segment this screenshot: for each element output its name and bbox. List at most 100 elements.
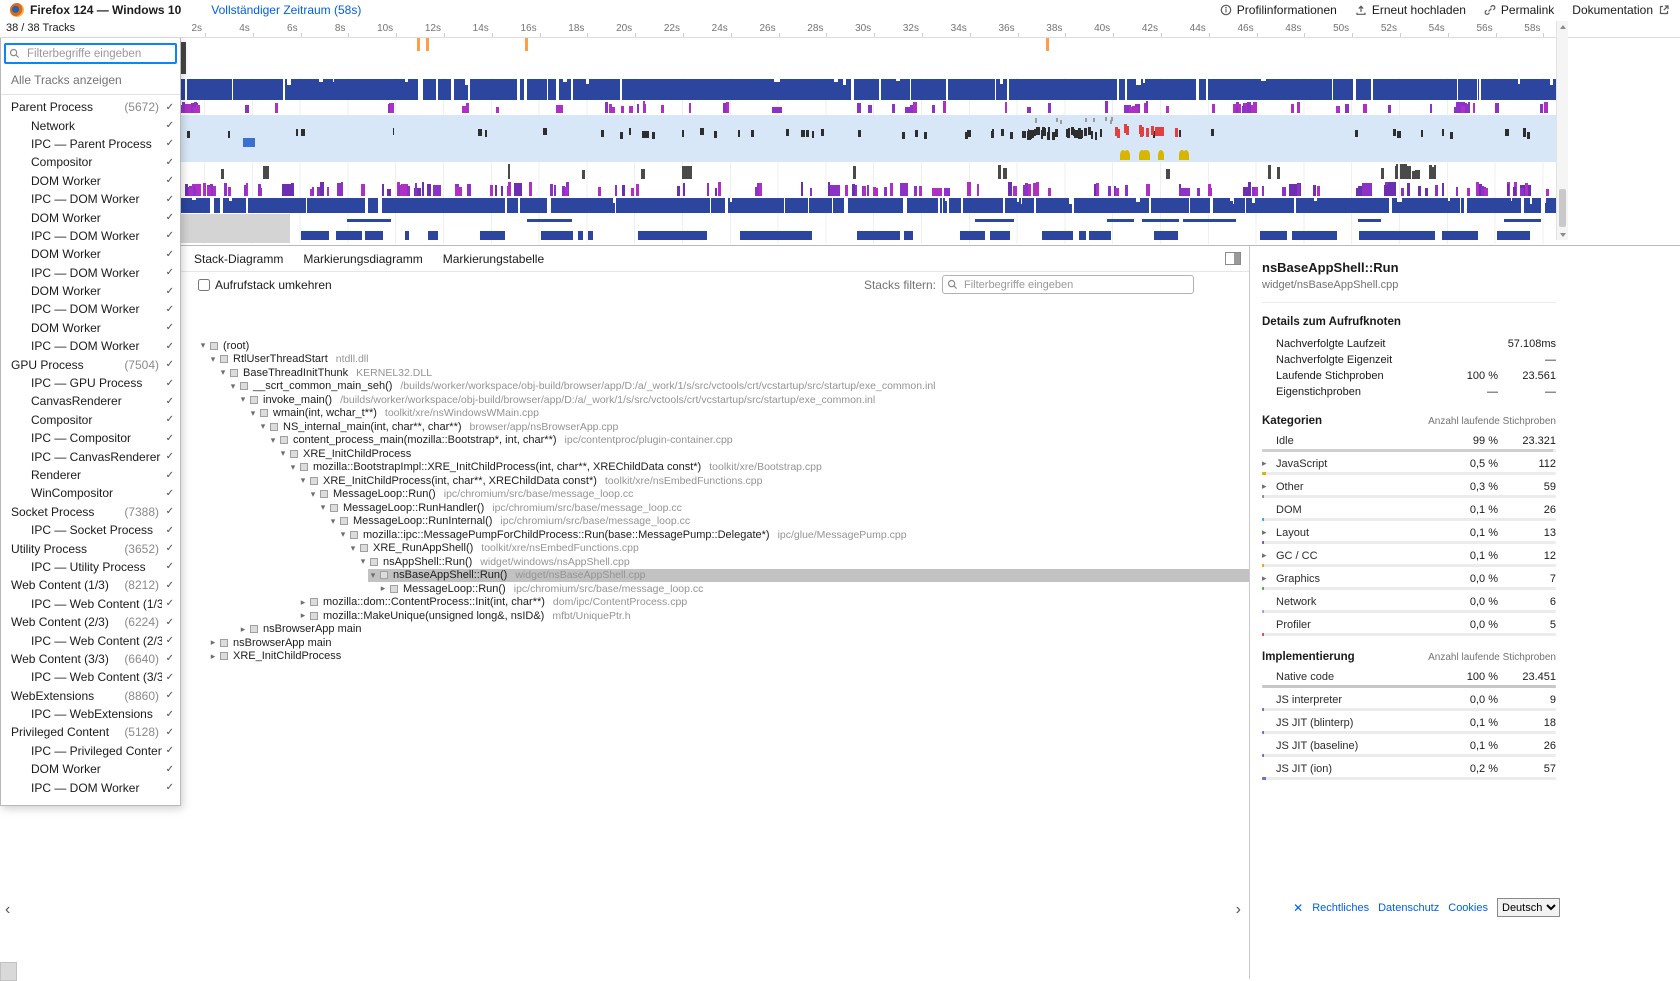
scrollbar-thumb[interactable]	[1559, 189, 1566, 227]
collapse-icon[interactable]: ▾	[318, 502, 328, 513]
call-tree-row[interactable]: ▾content_process_main(mozilla::Bootstrap…	[268, 434, 1249, 448]
collapse-icon[interactable]: ▾	[258, 421, 268, 432]
call-tree-row[interactable]: ▾MessageLoop::Run()ipc/chromium/src/base…	[308, 488, 1249, 502]
expand-icon[interactable]: ▸	[1262, 527, 1276, 538]
collapse-icon[interactable]: ▾	[278, 448, 288, 459]
expand-icon[interactable]: ▸	[208, 637, 218, 648]
timeline-track-compositor-markers[interactable]	[180, 163, 1556, 180]
call-tree-row[interactable]: ▸MessageLoop::Run()ipc/chromium/src/base…	[378, 582, 1249, 596]
collapse-icon[interactable]: ▾	[288, 462, 298, 473]
timeline-track-parent-process-markers[interactable]	[180, 101, 1556, 114]
tab-markierungstabelle[interactable]: Markierungstabelle	[433, 246, 554, 271]
call-tree-row[interactable]: ▾__scrt_common_main_seh()/builds/worker/…	[228, 380, 1249, 394]
footer-link-cookies[interactable]: Cookies	[1448, 902, 1488, 914]
scroll-up-button[interactable]	[1557, 21, 1568, 31]
documentation-button[interactable]: Dokumentation	[1572, 3, 1670, 17]
language-select[interactable]: Deutsch	[1497, 898, 1560, 917]
invert-stack-label[interactable]: Aufrufstack umkehren	[198, 278, 332, 292]
show-all-tracks-item[interactable]: Alle Tracks anzeigen	[1, 70, 180, 94]
collapse-icon[interactable]: ▾	[238, 394, 248, 405]
track-item-ipc-gpu-process[interactable]: IPC — GPU Process✓	[1, 374, 180, 392]
call-tree-row[interactable]: ▸mozilla::MakeUnique(unsigned long&, nsI…	[298, 609, 1249, 623]
track-item-gpu-process[interactable]: GPU Process(7504)✓	[1, 355, 180, 373]
sidebar-toggle-icon[interactable]	[1225, 252, 1241, 265]
call-tree-row[interactable]: ▸nsBrowserApp main	[238, 623, 1249, 637]
call-tree-row[interactable]: ▾BaseThreadInitThunkKERNEL32.DLL	[218, 366, 1249, 380]
call-tree-row[interactable]: ▾XRE_InitChildProcess(int, char**, XRECh…	[298, 474, 1249, 488]
invert-stack-checkbox[interactable]	[198, 279, 210, 291]
permalink-button[interactable]: Permalink	[1484, 3, 1554, 17]
track-item-compositor[interactable]: Compositor✓	[1, 153, 180, 171]
track-item-dom-worker[interactable]: DOM Worker✓	[1, 245, 180, 263]
collapse-icon[interactable]: ▾	[228, 381, 238, 392]
track-item-ipc-socket-process[interactable]: IPC — Socket Process✓	[1, 521, 180, 539]
timeline-track-parent-process-samples[interactable]	[180, 79, 1556, 100]
track-item-ipc-canvasrenderer[interactable]: IPC — CanvasRenderer✓	[1, 447, 180, 465]
collapse-icon[interactable]: ▾	[208, 354, 218, 365]
track-item-dom-worker[interactable]: DOM Worker✓	[1, 319, 180, 337]
call-tree-row[interactable]: ▾MessageLoop::RunHandler()ipc/chromium/s…	[318, 501, 1249, 515]
track-item-ipc-dom-worker[interactable]: IPC — DOM Worker✓	[1, 264, 180, 282]
timeline-track-dom-worker-samples[interactable]	[180, 198, 1556, 213]
collapse-icon[interactable]: ▾	[298, 475, 308, 486]
expand-icon[interactable]: ▸	[298, 610, 308, 621]
timeline-scrollbar[interactable]	[1556, 21, 1568, 240]
track-item-dom-worker[interactable]: DOM Worker✓	[1, 172, 180, 190]
track-item-ipc-dom-worker[interactable]: IPC — DOM Worker✓	[1, 227, 180, 245]
call-tree-row[interactable]: ▾NS_internal_main(int, char**, char**)br…	[258, 420, 1249, 434]
track-item-renderer[interactable]: Renderer✓	[1, 466, 180, 484]
track-item-webextensions[interactable]: WebExtensions(8860)✓	[1, 687, 180, 705]
track-item-ipc-compositor[interactable]: IPC — Compositor✓	[1, 429, 180, 447]
full-range-button[interactable]: Vollständiger Zeitraum (58s)	[211, 3, 361, 17]
scroll-down-button[interactable]	[1557, 230, 1568, 240]
footer-link-rechtliches[interactable]: Rechtliches	[1312, 902, 1369, 914]
collapse-icon[interactable]: ▾	[358, 556, 368, 567]
track-item-dom-worker[interactable]: DOM Worker✓	[1, 282, 180, 300]
track-item-utility-process[interactable]: Utility Process(3652)✓	[1, 539, 180, 557]
collapse-icon[interactable]: ▾	[328, 516, 338, 527]
track-item-ipc-privileged-content[interactable]: IPC — Privileged Content✓	[1, 742, 180, 760]
footer-link-datenschutz[interactable]: Datenschutz	[1378, 902, 1439, 914]
expand-icon[interactable]: ▸	[1262, 573, 1276, 584]
track-item-ipc-web-content-2-3[interactable]: IPC — Web Content (2/3)✓	[1, 631, 180, 649]
track-item-compositor[interactable]: Compositor✓	[1, 411, 180, 429]
tracks-filter-input[interactable]	[4, 43, 177, 64]
expand-icon[interactable]: ▸	[238, 624, 248, 635]
track-item-ipc-web-content-3-3[interactable]: IPC — Web Content (3/3)✓	[1, 668, 180, 686]
expand-icon[interactable]: ▸	[208, 651, 218, 662]
collapse-icon[interactable]: ▾	[218, 367, 228, 378]
track-item-web-content-1-3[interactable]: Web Content (1/3)(8212)✓	[1, 576, 180, 594]
collapse-icon[interactable]: ▾	[338, 529, 348, 540]
collapse-icon[interactable]: ▾	[198, 340, 208, 351]
timeline-track-worker-samples-partial[interactable]	[180, 214, 1556, 243]
track-item-ipc-dom-worker[interactable]: IPC — DOM Worker✓	[1, 778, 180, 796]
track-item-network[interactable]: Network✓	[1, 116, 180, 134]
track-item-web-content-3-3[interactable]: Web Content (3/3)(6640)✓	[1, 650, 180, 668]
call-tree-row[interactable]: ▾mozilla::ipc::MessagePumpForChildProces…	[338, 528, 1249, 542]
track-item-ipc-webextensions[interactable]: IPC — WebExtensions✓	[1, 705, 180, 723]
collapse-icon[interactable]: ▾	[308, 489, 318, 500]
timeline-track-network-track-selected[interactable]	[180, 115, 1556, 162]
track-item-privileged-content[interactable]: Privileged Content(5128)✓	[1, 723, 180, 741]
tab-stack-diagramm[interactable]: Stack-Diagramm	[184, 246, 293, 271]
track-item-ipc-dom-worker[interactable]: IPC — DOM Worker✓	[1, 190, 180, 208]
track-item-parent-process[interactable]: Parent Process(5672)✓	[1, 98, 180, 116]
track-item-ipc-dom-worker[interactable]: IPC — DOM Worker✓	[1, 337, 180, 355]
track-item-ipc-web-content-1-3[interactable]: IPC — Web Content (1/3)✓	[1, 595, 180, 613]
call-tree-row[interactable]: ▸mozilla::dom::ContentProcess::Init(int,…	[298, 596, 1249, 610]
call-tree-row[interactable]: ▾(root)	[198, 339, 1249, 353]
expand-icon[interactable]: ▸	[378, 583, 388, 594]
track-item-ipc-parent-process[interactable]: IPC — Parent Process✓	[1, 135, 180, 153]
expand-icon[interactable]: ▸	[1262, 481, 1276, 492]
collapse-icon[interactable]: ▾	[248, 408, 258, 419]
reupload-button[interactable]: Erneut hochladen	[1355, 3, 1466, 17]
call-tree-row[interactable]: ▾XRE_InitChildProcess	[278, 447, 1249, 461]
track-item-dom-worker[interactable]: DOM Worker✓	[1, 760, 180, 778]
scroll-right-button[interactable]: ›	[1236, 903, 1241, 917]
call-tree-row[interactable]: ▾invoke_main()/builds/worker/workspace/o…	[238, 393, 1249, 407]
track-item-ipc-utility-process[interactable]: IPC — Utility Process✓	[1, 558, 180, 576]
call-tree-row[interactable]: ▾wmain(int, wchar_t**)toolkit/xre/nsWind…	[248, 407, 1249, 421]
collapse-icon[interactable]: ▾	[368, 570, 378, 581]
tracks-count-button[interactable]: 38 / 38 Tracks	[6, 22, 75, 34]
track-item-socket-process[interactable]: Socket Process(7388)✓	[1, 503, 180, 521]
